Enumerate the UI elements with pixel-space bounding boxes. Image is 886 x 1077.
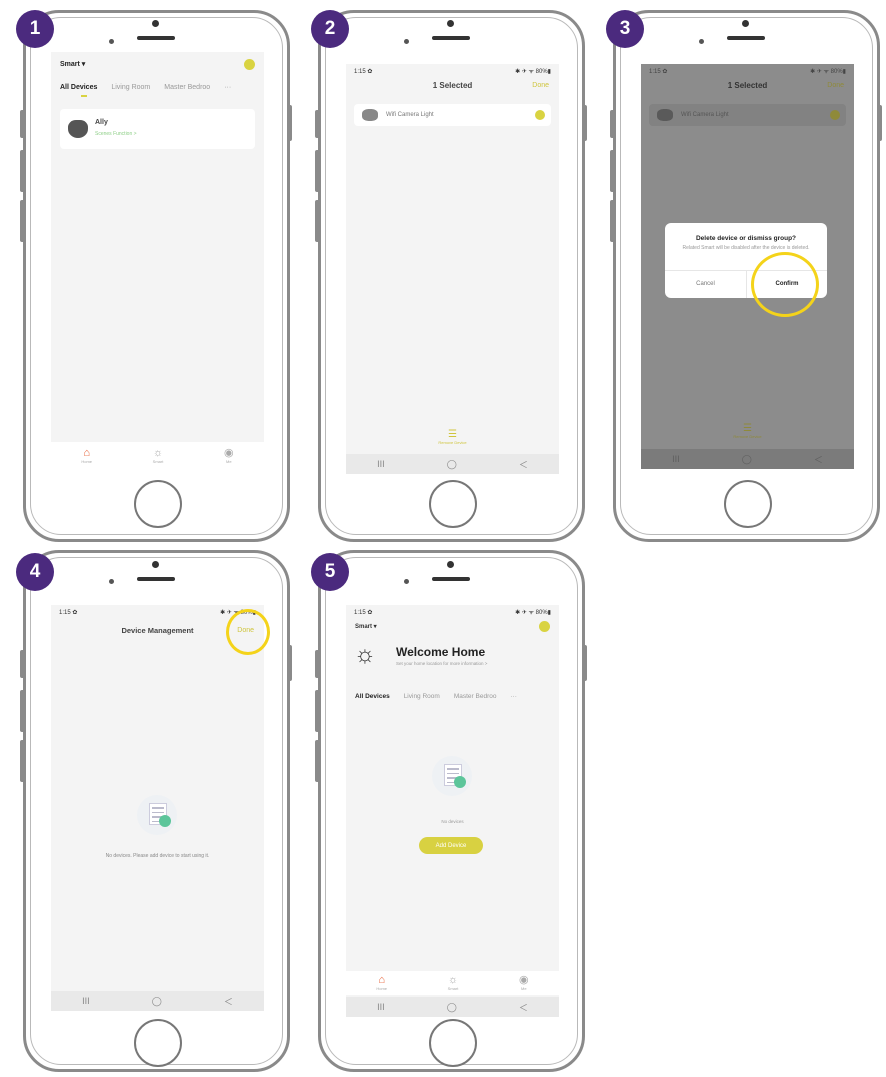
phone-1-power-button <box>287 105 292 141</box>
recent-apps-key[interactable]: III <box>377 1002 385 1012</box>
no-devices-text: No devices <box>441 819 464 824</box>
empty-document-illustration <box>137 795 177 835</box>
step-badge-1: 1 <box>16 10 54 48</box>
screen-5: 1:15 ✿ ✱ ✈ ᯤ 80%▮ Smart ▾ ☼ Welcome Home … <box>346 605 559 1017</box>
home-key[interactable]: ◯ <box>447 1002 457 1013</box>
phone-5-home-button[interactable] <box>429 1019 477 1067</box>
home-selector[interactable]: Smart ▾ <box>60 60 85 68</box>
nav-smart[interactable]: ☼ Smart <box>447 974 459 992</box>
user-icon: ◉ <box>224 447 234 459</box>
device-name: Ally <box>95 119 108 126</box>
bull-icon <box>362 109 378 121</box>
device-name: Wifi Camera Light <box>386 112 434 118</box>
tab-all-devices[interactable]: All Devices <box>60 84 97 91</box>
sun-icon: ☼ <box>447 974 459 986</box>
device-name: Wifi Camera Light <box>681 112 729 118</box>
screen-3: 1:15 ✿ ✱ ✈ ᯤ 80%▮ 1 Selected Done Wifi Ca… <box>641 64 854 469</box>
empty-state-text: No devices. Please add device to start u… <box>105 853 210 859</box>
bull-icon <box>68 120 88 138</box>
status-bar: 1:15 ✿ ✱ ✈ ᯤ 80%▮ <box>649 68 846 76</box>
welcome-sub[interactable]: Set your home location for more informat… <box>396 661 487 666</box>
screen-title: 1 Selected <box>432 81 473 90</box>
confirm-highlight-circle <box>751 252 819 317</box>
trash-icon: ☰ <box>743 423 752 434</box>
nav-home[interactable]: ⌂ Home <box>81 447 92 465</box>
empty-document-illustration <box>432 756 472 796</box>
tabs-more[interactable]: ··· <box>224 84 231 91</box>
welcome-title: Welcome Home <box>396 645 486 659</box>
device-row: Wifi Camera Light <box>649 104 846 126</box>
done-highlight-circle <box>226 609 270 655</box>
check-icon[interactable] <box>535 110 545 120</box>
remove-device-button: ☰ Remove Device <box>641 423 854 440</box>
recent-apps-key[interactable]: III <box>377 459 385 469</box>
bottom-nav: ⌂ Home ☼ Smart ◉ Me <box>51 442 264 470</box>
step-badge-2: 2 <box>311 10 349 48</box>
tabs-more[interactable]: ··· <box>510 693 517 700</box>
phone-4-home-button[interactable] <box>134 1019 182 1067</box>
status-bar: 1:15 ✿ ✱ ✈ ᯤ 80%▮ <box>354 68 551 76</box>
system-nav-bar: III ◯ ＜ <box>346 997 559 1017</box>
back-key[interactable]: ＜ <box>519 1001 528 1014</box>
back-key[interactable]: ＜ <box>224 995 233 1008</box>
nav-me[interactable]: ◉ Me <box>224 447 234 465</box>
remove-device-button[interactable]: ☰ Remove Device <box>346 429 559 446</box>
home-icon: ⌂ <box>378 974 385 986</box>
phone-3-home-button[interactable] <box>724 480 772 528</box>
bottom-nav: ⌂ Home ☼ Smart ◉ Me <box>346 971 559 995</box>
tab-master-bedroom[interactable]: Master Bedroo <box>454 693 497 700</box>
recent-apps-key[interactable]: III <box>82 996 90 1006</box>
tab-living-room[interactable]: Living Room <box>111 84 150 91</box>
phone-1-side-button <box>20 110 25 138</box>
add-icon[interactable] <box>244 59 255 70</box>
done-button[interactable]: Done <box>827 82 844 89</box>
tab-all-devices[interactable]: All Devices <box>355 693 390 700</box>
trash-icon: ☰ <box>448 429 457 440</box>
recent-apps-key[interactable]: III <box>672 454 680 464</box>
nav-home[interactable]: ⌂ Home <box>376 974 387 992</box>
back-key[interactable]: ＜ <box>814 453 823 466</box>
step-badge-3: 3 <box>606 10 644 48</box>
device-row[interactable]: Wifi Camera Light <box>354 104 551 126</box>
user-icon: ◉ <box>519 974 529 986</box>
phone-1-volume-up <box>20 150 25 192</box>
sun-icon: ☼ <box>152 447 164 459</box>
dialog-body: Related Smart will be disabled after the… <box>682 245 810 251</box>
add-device-button[interactable]: Add Device <box>419 837 483 854</box>
device-sub[interactable]: Scenes Function > <box>95 131 137 137</box>
phone-2-home-button[interactable] <box>429 480 477 528</box>
tab-living-room[interactable]: Living Room <box>404 693 440 700</box>
phone-1-home-button[interactable] <box>134 480 182 528</box>
screen-2: 1:15 ✿ ✱ ✈ ᯤ 80%▮ 1 Selected Done Wifi Ca… <box>346 64 559 474</box>
screen-title: 1 Selected <box>727 81 768 90</box>
check-icon <box>830 110 840 120</box>
dialog-title: Delete device or dismiss group? <box>695 235 797 242</box>
system-nav-bar: III ◯ ＜ <box>346 454 559 474</box>
tab-master-bedroom[interactable]: Master Bedroo <box>164 84 210 91</box>
system-nav-bar: III ◯ ＜ <box>51 991 264 1011</box>
nav-me[interactable]: ◉ Me <box>519 974 529 992</box>
cancel-button[interactable]: Cancel <box>665 281 746 287</box>
home-selector[interactable]: Smart ▾ <box>355 623 377 630</box>
status-bar: 1:15 ✿ ✱ ✈ ᯤ 80%▮ <box>354 609 551 617</box>
bull-icon <box>657 109 673 121</box>
done-button[interactable]: Done <box>532 82 549 89</box>
device-card[interactable]: Ally Scenes Function > <box>60 109 255 149</box>
home-key[interactable]: ◯ <box>152 996 162 1007</box>
phone-1-volume-down <box>20 200 25 242</box>
nav-smart[interactable]: ☼ Smart <box>152 447 164 465</box>
system-nav-bar: III ◯ ＜ <box>641 449 854 469</box>
home-key[interactable]: ◯ <box>447 459 457 470</box>
home-key[interactable]: ◯ <box>742 454 752 465</box>
screen-1: Smart ▾ All Devices Living Room Master B… <box>51 52 264 470</box>
weather-sun-icon: ☼ <box>354 641 376 668</box>
add-icon[interactable] <box>539 621 550 632</box>
step-badge-4: 4 <box>16 553 54 591</box>
home-icon: ⌂ <box>83 447 90 459</box>
step-badge-5: 5 <box>311 553 349 591</box>
back-key[interactable]: ＜ <box>519 458 528 471</box>
screen-4: 1:15 ✿ ✱ ✈ ᯤ 80%▮ Device Management Done … <box>51 605 264 1011</box>
